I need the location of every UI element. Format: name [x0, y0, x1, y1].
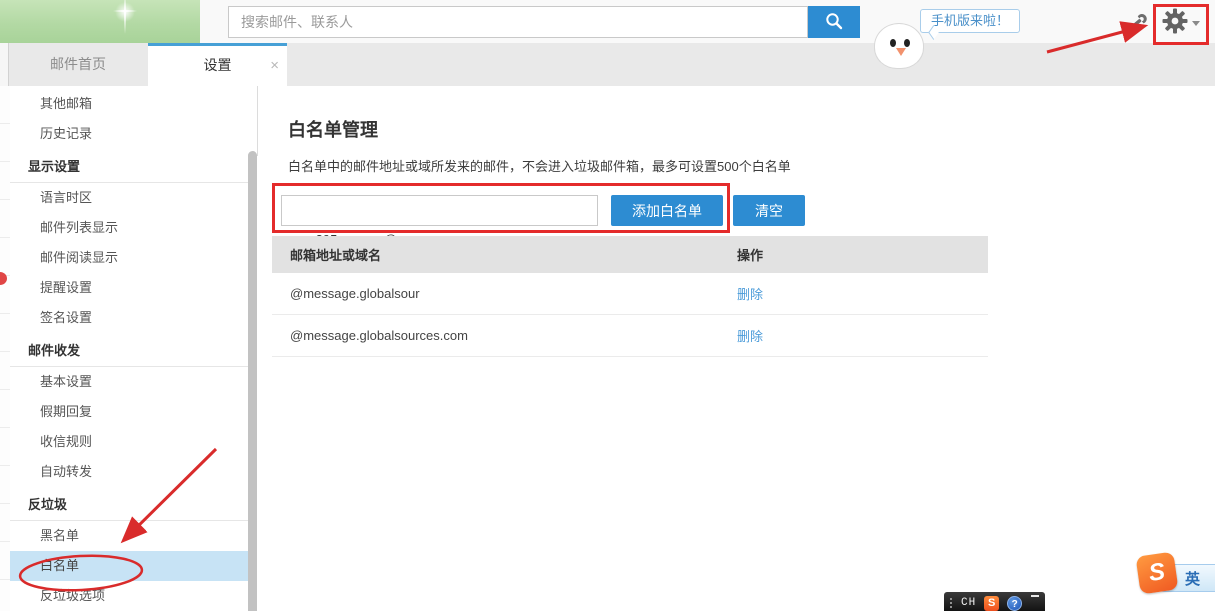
- table-header-row: 邮箱地址或域名 操作: [272, 236, 988, 273]
- ime-language-bar[interactable]: CH S ?: [944, 592, 1045, 611]
- sidebar-scrollbar[interactable]: [248, 151, 257, 611]
- sidebar-item-receiving-rules[interactable]: 收信规则: [10, 427, 248, 457]
- sidebar-item-signature-settings[interactable]: 签名设置: [10, 303, 248, 333]
- drag-grip-icon[interactable]: [949, 597, 953, 609]
- tab-settings-label: 设置: [204, 57, 232, 73]
- ime-language-label[interactable]: CH: [961, 597, 976, 609]
- sidebar-item-mail-reading-display[interactable]: 邮件阅读显示: [10, 243, 248, 273]
- sidebar-divider: [257, 86, 258, 156]
- mail-settings-page: 手机版来啦！: [0, 0, 1215, 611]
- avatar-eye: [890, 39, 896, 47]
- brand-banner: [0, 0, 200, 43]
- avatar-beak: [896, 48, 906, 56]
- sidebar-item-whitelist[interactable]: 白名单: [10, 551, 248, 581]
- settings-sidebar: 其他邮箱 历史记录 显示设置 语言时区 邮件列表显示 邮件阅读显示 提醒设置 签…: [10, 86, 248, 611]
- chevron-down-icon: [1192, 21, 1200, 26]
- delete-link[interactable]: 删除: [737, 329, 763, 344]
- tab-strip: 邮件首页 设置 ×: [0, 43, 1215, 86]
- background-list-sliver: [0, 86, 10, 611]
- page-description: 白名单中的邮件地址或域所发来的邮件，不会进入垃圾邮件箱，最多可设置500个白名单: [288, 156, 791, 175]
- table-row: @message.globalsour 删除: [272, 273, 988, 315]
- sidebar-item-history[interactable]: 历史记录: [10, 119, 248, 149]
- tab-settings[interactable]: 设置 ×: [148, 43, 287, 86]
- search-box: [228, 6, 808, 38]
- unread-badge-clipped: [0, 272, 7, 285]
- avatar-face: [874, 23, 924, 69]
- whitelist-panel: 白名单管理 白名单中的邮件地址或域所发来的邮件，不会进入垃圾邮件箱，最多可设置5…: [272, 86, 988, 611]
- sidebar-item-mail-list-display[interactable]: 邮件列表显示: [10, 213, 248, 243]
- close-icon[interactable]: ×: [270, 46, 279, 86]
- sidebar-item-other-mailboxes[interactable]: 其他邮箱: [10, 89, 248, 119]
- whitelist-table: 邮箱地址或域名 操作 @message.globalsour 删除 @messa…: [272, 236, 988, 357]
- settings-gear-control[interactable]: [1162, 10, 1202, 36]
- sidebar-item-anti-spam-options[interactable]: 反垃圾选项: [10, 581, 248, 611]
- top-bar: 手机版来啦！: [0, 0, 1215, 44]
- sidebar-item-reminder-settings[interactable]: 提醒设置: [10, 273, 248, 303]
- clear-button[interactable]: 清空: [733, 195, 805, 226]
- sidebar-section-mail-send-receive: 邮件收发: [10, 336, 248, 367]
- sidebar-section-display-settings: 显示设置: [10, 152, 248, 183]
- sidebar-item-vacation-reply[interactable]: 假期回复: [10, 397, 248, 427]
- sidebar-item-auto-forward[interactable]: 自动转发: [10, 457, 248, 487]
- gear-icon: [1162, 8, 1188, 39]
- search-input[interactable]: [229, 7, 807, 37]
- sidebar-item-language-timezone[interactable]: 语言时区: [10, 183, 248, 213]
- avatar[interactable]: [872, 21, 924, 61]
- table-header-address: 邮箱地址或域名: [272, 245, 737, 264]
- tab-mail-home[interactable]: 邮件首页: [8, 43, 148, 86]
- sidebar-item-basic-settings[interactable]: 基本设置: [10, 367, 248, 397]
- sogou-ime-icon[interactable]: S: [984, 596, 999, 611]
- whitelist-address: @message.globalsour: [272, 286, 737, 301]
- avatar-eye: [904, 39, 910, 47]
- sparkle-icon: [113, 0, 137, 34]
- add-whitelist-button[interactable]: 添加白名单: [611, 195, 723, 226]
- wrench-icon[interactable]: [1126, 10, 1150, 34]
- delete-link[interactable]: 删除: [737, 287, 763, 302]
- table-header-action: 操作: [737, 245, 988, 264]
- search-icon: [824, 11, 844, 34]
- page-title: 白名单管理: [288, 116, 378, 142]
- whitelist-address: @message.globalsources.com: [272, 328, 737, 343]
- sogou-mode-label[interactable]: 英: [1185, 568, 1200, 589]
- help-icon[interactable]: ?: [1007, 596, 1022, 611]
- sogou-logo-icon[interactable]: S: [1136, 552, 1179, 595]
- tab-mail-home-label: 邮件首页: [50, 56, 106, 72]
- whitelist-address-input[interactable]: 295·@qq.com: [281, 195, 598, 226]
- sidebar-item-blacklist[interactable]: 黑名单: [10, 521, 248, 551]
- search-button[interactable]: [808, 6, 860, 38]
- table-row: @message.globalsources.com 删除: [272, 315, 988, 357]
- mobile-version-tooltip-label: 手机版来啦！: [931, 13, 1009, 28]
- sidebar-section-anti-spam: 反垃圾: [10, 490, 248, 521]
- mobile-version-tooltip[interactable]: 手机版来啦！: [920, 9, 1020, 33]
- minimize-icon[interactable]: [1031, 595, 1039, 597]
